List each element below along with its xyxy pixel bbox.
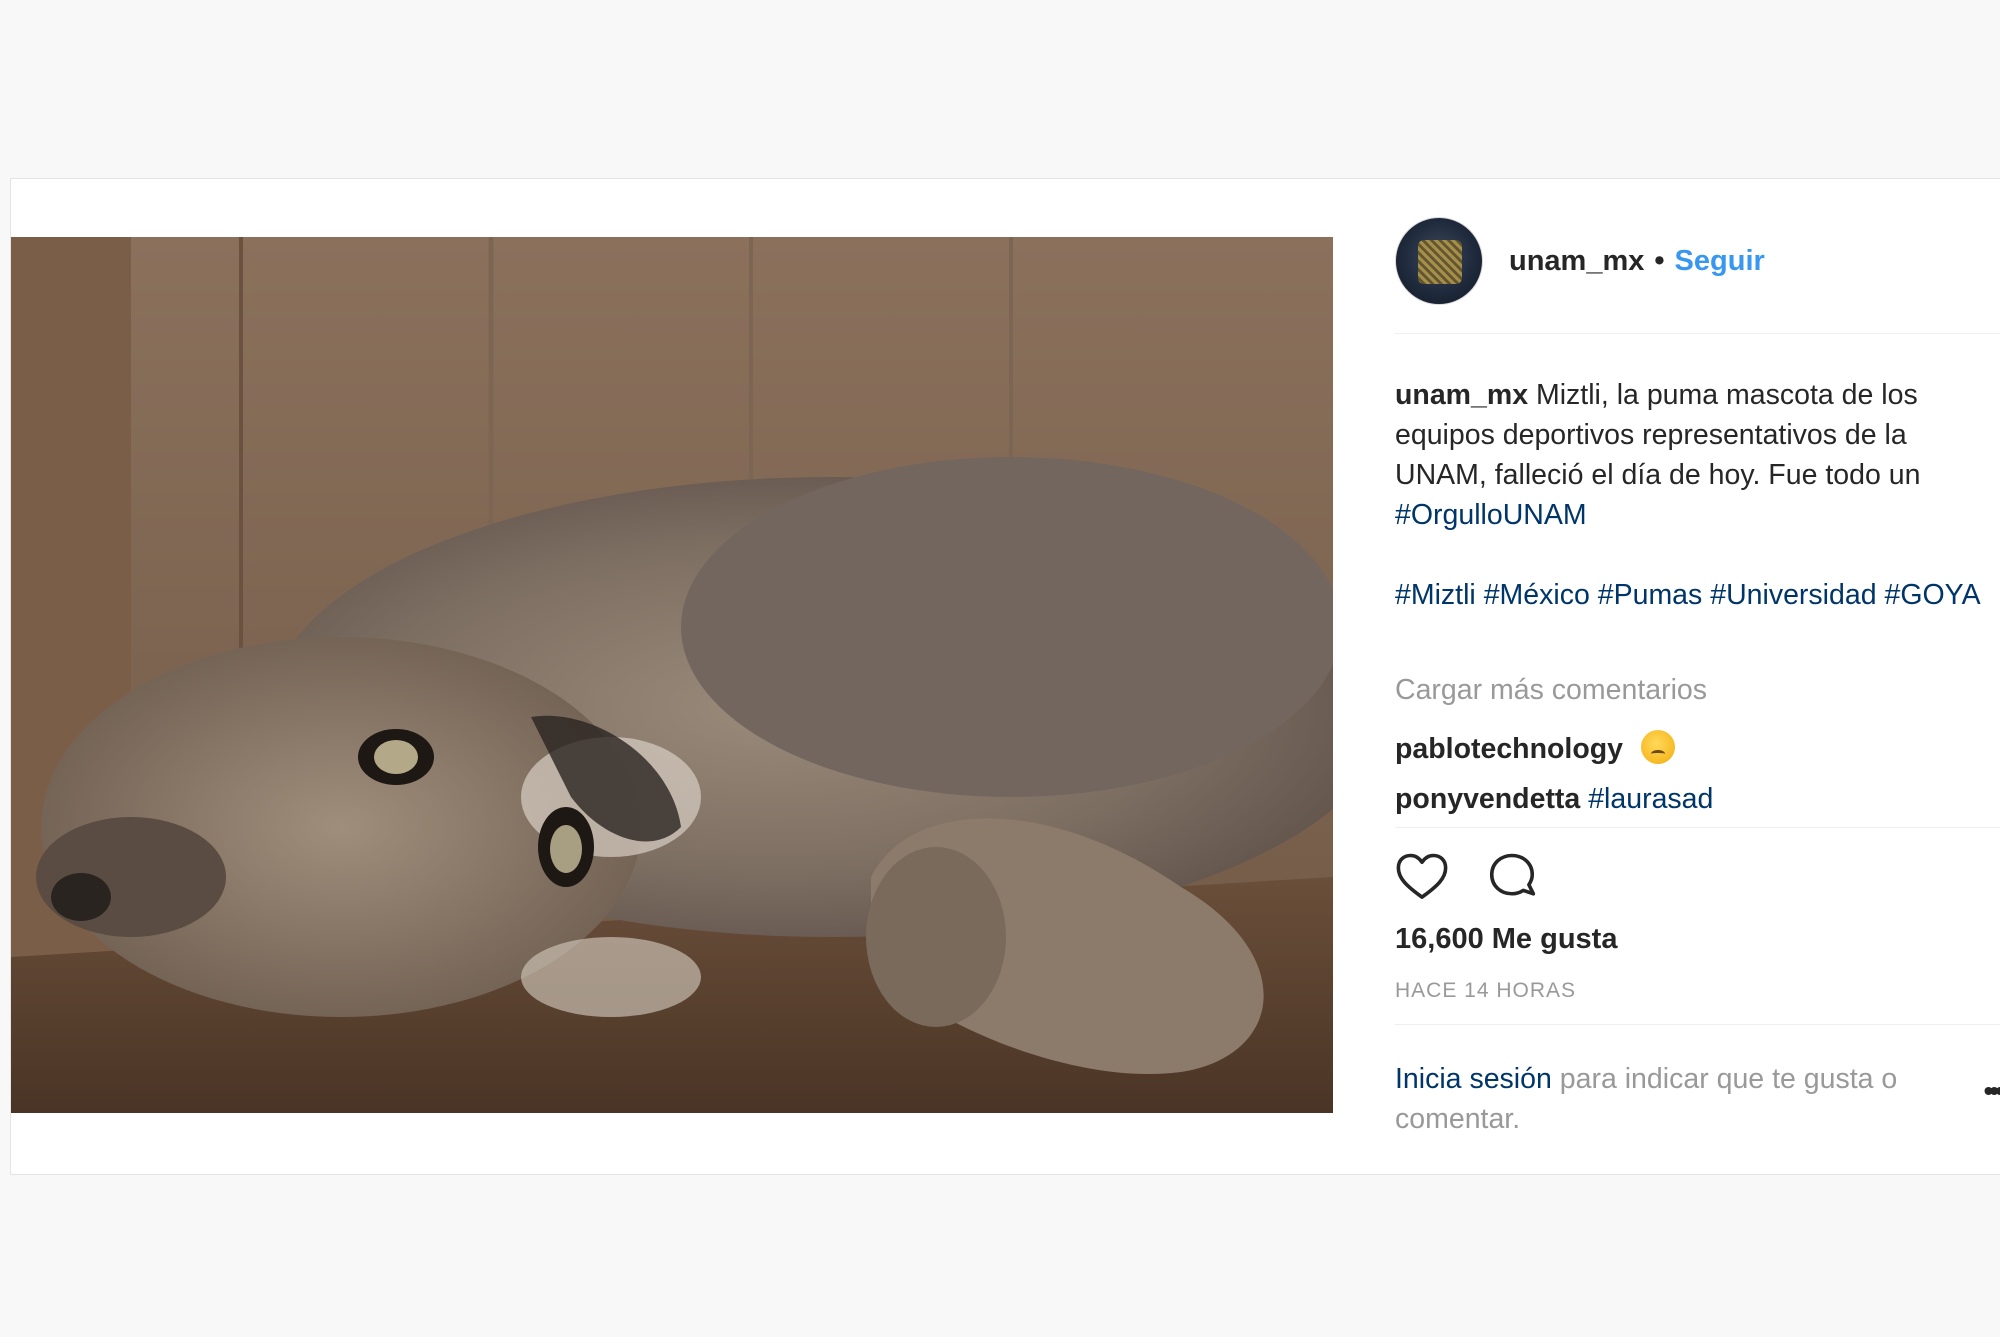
sad-face-emoji-icon (1640, 730, 1675, 764)
post-actions (1395, 851, 1539, 905)
likes-count[interactable]: 16,600 Me gusta (1395, 923, 1617, 956)
comment-bubble-icon[interactable] (1485, 851, 1539, 905)
heart-icon[interactable] (1395, 851, 1449, 905)
hashtag-link[interactable]: #Miztli (1395, 579, 1476, 611)
comment-hashtag-link[interactable]: #laurasad (1588, 783, 1713, 815)
divider (1395, 827, 2000, 828)
comment-item: ponyvendetta #laurasad (1395, 783, 1713, 816)
hashtag-link[interactable]: #México (1484, 579, 1590, 611)
post-photo[interactable] (11, 237, 1333, 1113)
comment-username[interactable]: pablotechnology (1395, 733, 1623, 765)
post-caption: unam_mx Miztli, la puma mascota de los e… (1395, 375, 1985, 615)
follow-button[interactable]: Seguir (1675, 245, 1765, 278)
caption-hashtags: #Miztli #México #Pumas #Universidad #GOY… (1395, 575, 1985, 615)
puma-photo-image (11, 237, 1333, 1113)
header-username[interactable]: unam_mx (1509, 245, 1644, 278)
post-header: unam_mx • Seguir (1395, 217, 2000, 334)
comment-item: pablotechnology (1395, 730, 1675, 766)
more-options-icon[interactable]: ••• (1984, 1075, 2000, 1107)
login-prompt: Inicia sesión para indicar que te gusta … (1395, 1059, 1985, 1139)
divider (1395, 1024, 2000, 1025)
login-link[interactable]: Inicia sesión (1395, 1063, 1552, 1095)
post-timestamp: HACE 14 HORAS (1395, 979, 1577, 1002)
instagram-post: unam_mx • Seguir unam_mx Miztli, la puma… (10, 178, 2000, 1175)
load-more-comments-button[interactable]: Cargar más comentarios (1395, 674, 1707, 707)
caption-username[interactable]: unam_mx (1395, 379, 1528, 411)
post-sidebar: unam_mx • Seguir unam_mx Miztli, la puma… (1345, 179, 2000, 1176)
hashtag-link[interactable]: #GOYA (1884, 579, 1980, 611)
header-text: unam_mx • Seguir (1509, 245, 1765, 278)
avatar[interactable] (1395, 217, 1483, 305)
hashtag-link[interactable]: #Universidad (1710, 579, 1876, 611)
caption-body: unam_mx Miztli, la puma mascota de los e… (1395, 375, 1985, 535)
hashtag-link[interactable]: #OrgulloUNAM (1395, 499, 1587, 531)
header-separator: • (1654, 245, 1665, 277)
comment-username[interactable]: ponyvendetta (1395, 783, 1580, 815)
hashtag-link[interactable]: #Pumas (1598, 579, 1703, 611)
unam-crest-icon (1418, 240, 1462, 284)
